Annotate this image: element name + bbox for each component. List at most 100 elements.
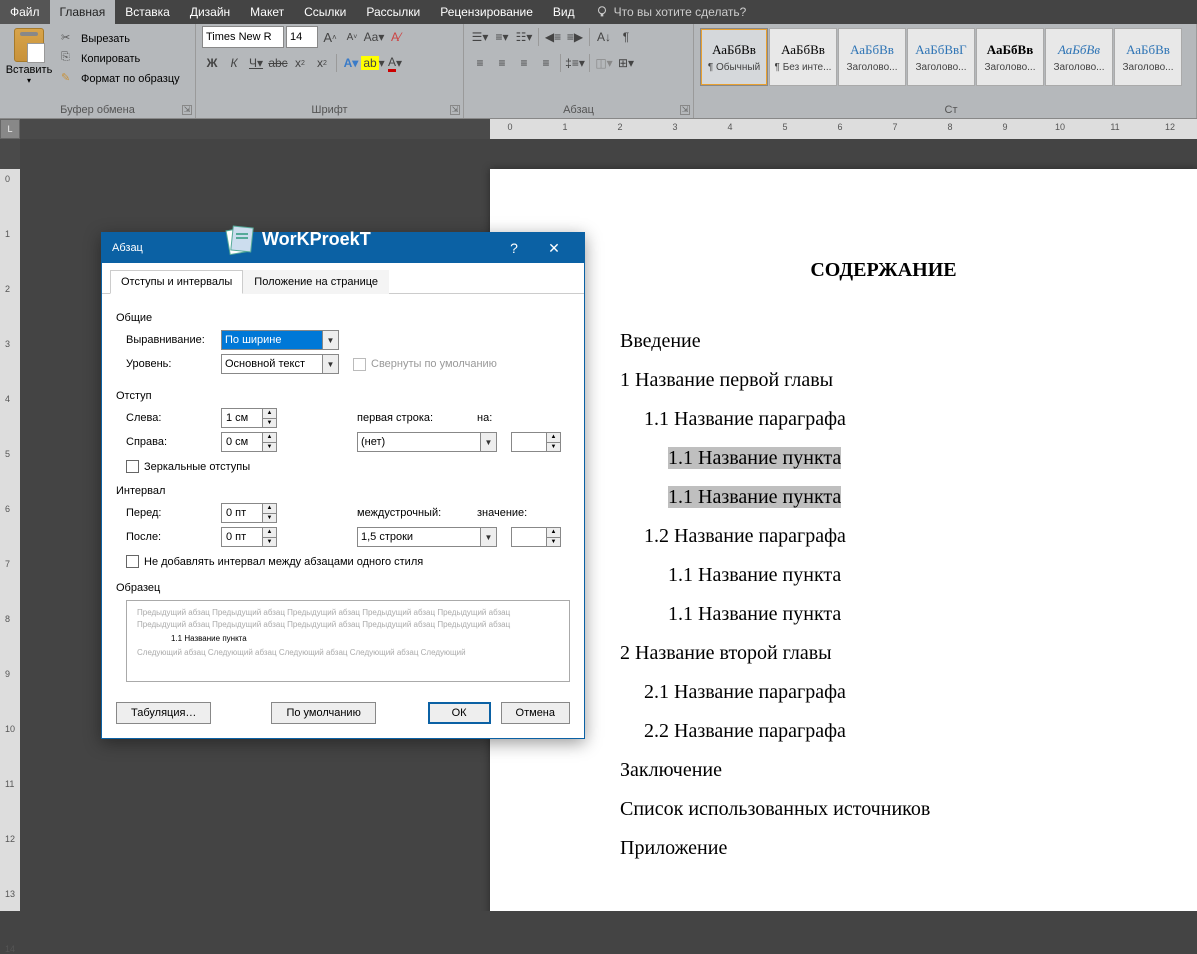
indent-by-spin[interactable]: ▲▼ — [511, 432, 561, 452]
spin-down-icon[interactable]: ▼ — [262, 514, 276, 523]
spin-down-icon[interactable]: ▼ — [262, 538, 276, 547]
menu-tab-home[interactable]: Главная — [50, 0, 116, 24]
grow-font-button[interactable]: A˄ — [320, 26, 340, 48]
decrease-indent-button[interactable]: ◀≡ — [543, 26, 563, 48]
spin-down-icon[interactable]: ▼ — [262, 419, 276, 428]
font-expand-icon[interactable]: ⇲ — [450, 105, 460, 115]
format-painter-button[interactable]: ✎ Формат по образцу — [58, 70, 183, 88]
increase-indent-button[interactable]: ≡▶ — [565, 26, 585, 48]
spin-down-icon[interactable]: ▼ — [546, 443, 560, 452]
menu-tab-layout[interactable]: Макет — [240, 0, 294, 24]
doc-line[interactable]: 2.1 Название параграфа — [644, 673, 1147, 712]
change-case-button[interactable]: Aa▾ — [364, 26, 384, 48]
spin-up-icon[interactable]: ▲ — [262, 409, 276, 419]
strike-button[interactable]: abc — [268, 52, 288, 74]
doc-line[interactable]: 1.1 Название пункта — [668, 439, 1147, 478]
menu-tab-mailings[interactable]: Рассылки — [356, 0, 430, 24]
spacing-at-spin[interactable]: ▲▼ — [511, 527, 561, 547]
justify-button[interactable]: ≡ — [536, 52, 556, 74]
cut-button[interactable]: ✂ Вырезать — [58, 30, 183, 48]
doc-line[interactable]: 1.2 Название параграфа — [644, 517, 1147, 556]
font-size-select[interactable] — [286, 26, 318, 48]
line-spacing-combo[interactable]: 1,5 строки ▼ — [357, 527, 497, 547]
clipboard-expand-icon[interactable]: ⇲ — [182, 105, 192, 115]
bullets-button[interactable]: ☰▾ — [470, 26, 490, 48]
document-page[interactable]: СОДЕРЖАНИЕ Введение1 Название первой гла… — [490, 169, 1197, 911]
multilevel-button[interactable]: ☷▾ — [514, 26, 534, 48]
tabs-button[interactable]: Табуляция… — [116, 702, 211, 724]
font-color-button[interactable]: A▾ — [385, 52, 405, 74]
style-item[interactable]: АаБбВвЗаголово... — [1045, 28, 1113, 86]
menu-file[interactable]: Файл — [0, 0, 50, 24]
mirror-checkbox[interactable] — [126, 460, 139, 473]
style-item[interactable]: АаБбВвЗаголово... — [976, 28, 1044, 86]
shading-button[interactable]: ◫▾ — [594, 52, 614, 74]
doc-line[interactable]: 2.2 Название параграфа — [644, 712, 1147, 751]
ok-button[interactable]: ОК — [428, 702, 491, 724]
superscript-button[interactable]: x2 — [312, 52, 332, 74]
indent-left-spin[interactable]: 1 см ▲▼ — [221, 408, 277, 428]
doc-line[interactable]: Заключение — [620, 751, 1147, 790]
highlight-button[interactable]: ab▾ — [363, 52, 383, 74]
cancel-button[interactable]: Отмена — [501, 702, 570, 724]
spin-down-icon[interactable]: ▼ — [546, 538, 560, 547]
paste-button[interactable]: Вставить ▾ — [6, 26, 52, 88]
doc-line[interactable]: 1.1 Название пункта — [668, 556, 1147, 595]
dialog-titlebar[interactable]: Абзац WorKProekT ? ✕ — [102, 233, 584, 263]
spacing-after-spin[interactable]: 0 пт ▲▼ — [221, 527, 277, 547]
default-button[interactable]: По умолчанию — [271, 702, 375, 724]
sort-button[interactable]: A↓ — [594, 26, 614, 48]
doc-line[interactable]: Приложение — [620, 829, 1147, 868]
numbering-button[interactable]: ≡▾ — [492, 26, 512, 48]
spin-up-icon[interactable]: ▲ — [262, 528, 276, 538]
paragraph-expand-icon[interactable]: ⇲ — [680, 105, 690, 115]
doc-line[interactable]: 1.1 Название параграфа — [644, 400, 1147, 439]
doc-line[interactable]: 1 Название первой главы — [620, 361, 1147, 400]
copy-button[interactable]: ⎘ Копировать — [58, 50, 183, 68]
doc-line[interactable]: 2 Название второй главы — [620, 634, 1147, 673]
style-item[interactable]: АаБбВвЗаголово... — [838, 28, 906, 86]
spin-up-icon[interactable]: ▲ — [262, 504, 276, 514]
bold-button[interactable]: Ж — [202, 52, 222, 74]
dialog-help-button[interactable]: ? — [494, 240, 534, 256]
italic-button[interactable]: К — [224, 52, 244, 74]
clear-format-button[interactable]: A⁄ — [386, 26, 406, 48]
style-item[interactable]: АаБбВвГЗаголово... — [907, 28, 975, 86]
dialog-close-button[interactable]: ✕ — [534, 240, 574, 257]
subscript-button[interactable]: x2 — [290, 52, 310, 74]
show-marks-button[interactable]: ¶ — [616, 26, 636, 48]
spacing-before-spin[interactable]: 0 пт ▲▼ — [221, 503, 277, 523]
doc-line[interactable]: Список использованных источников — [620, 790, 1147, 829]
ruler-corner[interactable]: L — [0, 119, 20, 139]
align-right-button[interactable]: ≡ — [514, 52, 534, 74]
align-center-button[interactable]: ≡ — [492, 52, 512, 74]
borders-button[interactable]: ⊞▾ — [616, 52, 636, 74]
style-item[interactable]: АаБбВв¶ Обычный — [700, 28, 768, 86]
spin-down-icon[interactable]: ▼ — [262, 443, 276, 452]
doc-line[interactable]: 1.1 Название пункта — [668, 595, 1147, 634]
line-spacing-button[interactable]: ‡≡▾ — [565, 52, 585, 74]
text-effects-button[interactable]: A▾ — [341, 52, 361, 74]
underline-button[interactable]: Ч▾ — [246, 52, 266, 74]
spin-up-icon[interactable]: ▲ — [546, 433, 560, 443]
menu-tab-view[interactable]: Вид — [543, 0, 585, 24]
horizontal-ruler[interactable]: 0123456789101112 — [20, 119, 1197, 139]
menu-tab-review[interactable]: Рецензирование — [430, 0, 543, 24]
align-left-button[interactable]: ≡ — [470, 52, 490, 74]
outline-combo[interactable]: Основной текст ▼ — [221, 354, 339, 374]
menu-tab-references[interactable]: Ссылки — [294, 0, 356, 24]
font-family-select[interactable] — [202, 26, 284, 48]
spin-up-icon[interactable]: ▲ — [546, 528, 560, 538]
spin-up-icon[interactable]: ▲ — [262, 433, 276, 443]
tell-me[interactable]: Что вы хотите сделать? — [595, 0, 747, 24]
styles-gallery[interactable]: АаБбВв¶ ОбычныйАаБбВв¶ Без инте...АаБбВв… — [700, 26, 1190, 86]
no-space-checkbox[interactable] — [126, 555, 139, 568]
style-item[interactable]: АаБбВв¶ Без инте... — [769, 28, 837, 86]
menu-tab-insert[interactable]: Вставка — [115, 0, 180, 24]
first-line-combo[interactable]: (нет) ▼ — [357, 432, 497, 452]
indent-right-spin[interactable]: 0 см ▲▼ — [221, 432, 277, 452]
menu-tab-design[interactable]: Дизайн — [180, 0, 240, 24]
tab-indents[interactable]: Отступы и интервалы — [110, 270, 243, 294]
tab-position[interactable]: Положение на странице — [243, 270, 389, 294]
doc-line[interactable]: 1.1 Название пункта — [668, 478, 1147, 517]
